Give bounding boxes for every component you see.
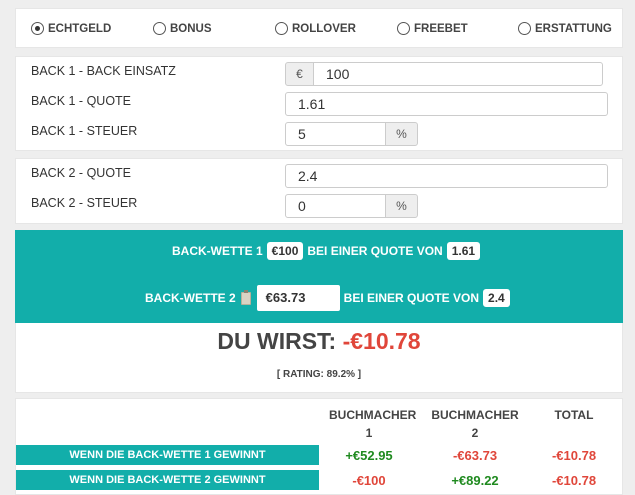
back1-odds-input[interactable]: 1.61 <box>285 92 608 116</box>
radio-label: ERSTATTUNG <box>535 22 612 35</box>
back2-tax-label: BACK 2 - STEUER <box>31 196 138 210</box>
result-heading: DU WIRST: -€10.78 <box>16 328 622 355</box>
percent-addon: % <box>385 122 418 146</box>
table-cell: +€52.95 <box>345 448 393 463</box>
outcome-table: BUCHMACHER 1 BUCHMACHER 2 TOTAL WENN DIE… <box>15 398 623 495</box>
back2-odds-chip: 2.4 <box>483 289 510 307</box>
mode-selector: ECHTGELD BONUS ROLLOVER FREEBET ERSTATTU… <box>15 8 623 48</box>
radio-echtgeld[interactable]: ECHTGELD <box>31 22 111 35</box>
rating-text: [ RATING: 89.2% ] <box>276 369 362 380</box>
back2-panel: BACK 2 - QUOTE 2.4 BACK 2 - STEUER 0 % <box>15 158 623 224</box>
back1-tax-label: BACK 1 - STEUER <box>31 124 138 138</box>
back1-stake-input[interactable]: 100 <box>313 62 603 86</box>
radio-unchecked-icon <box>153 22 166 35</box>
radio-unchecked-icon <box>518 22 531 35</box>
table-cell: +€89.22 <box>451 473 499 488</box>
radio-checked-icon <box>31 22 44 35</box>
summary-text: BEI EINER QUOTE VON <box>307 244 443 258</box>
back2-odds-label: BACK 2 - QUOTE <box>31 166 132 180</box>
column-header: BUCHMACHER 2 <box>431 408 519 440</box>
radio-unchecked-icon <box>275 22 288 35</box>
radio-erstattung[interactable]: ERSTATTUNG <box>518 22 612 35</box>
result-panel: DU WIRST: -€10.78 [ RATING: 89.2% ] <box>15 323 623 393</box>
back1-odds-label: BACK 1 - QUOTE <box>31 94 132 108</box>
back1-tax-input[interactable]: 5 <box>285 122 386 146</box>
radio-label: ROLLOVER <box>292 22 356 35</box>
column-header: BUCHMACHER 1 <box>329 408 417 440</box>
summary-line-1: BACK-WETTE 1 €100 BEI EINER QUOTE VON 1.… <box>172 242 484 260</box>
radio-freebet[interactable]: FREEBET <box>397 22 468 35</box>
summary-text: BACK-WETTE 2 <box>145 291 236 305</box>
summary-text: BEI EINER QUOTE VON <box>343 291 480 305</box>
summary-text: BACK-WETTE 1 <box>172 244 263 258</box>
row-label: WENN DIE BACK-WETTE 1 GEWINNT <box>16 445 319 465</box>
radio-label: BONUS <box>170 22 212 35</box>
back1-odds-chip: 1.61 <box>446 242 481 260</box>
summary-line-2: BACK-WETTE 2 €63.73 BEI EINER QUOTE VON … <box>145 285 514 311</box>
column-header: TOTAL <box>554 408 594 422</box>
back1-panel: BACK 1 - BACK EINSATZ € 100 BACK 1 - QUO… <box>15 56 623 151</box>
table-cell: -€10.78 <box>551 473 597 488</box>
table-cell: -€100 <box>352 473 386 488</box>
back1-stake-label: BACK 1 - BACK EINSATZ <box>31 64 176 78</box>
radio-label: FREEBET <box>414 22 468 35</box>
table-cell: -€63.73 <box>452 448 498 463</box>
row-label: WENN DIE BACK-WETTE 2 GEWINNT <box>16 470 319 490</box>
result-prefix: DU WIRST: <box>217 328 337 354</box>
back2-stake-field[interactable]: €63.73 <box>256 285 340 311</box>
back1-stake-chip: €100 <box>266 242 304 260</box>
radio-rollover[interactable]: ROLLOVER <box>275 22 356 35</box>
clipboard-icon[interactable] <box>240 289 251 305</box>
result-value: -€10.78 <box>342 328 421 354</box>
radio-bonus[interactable]: BONUS <box>153 22 212 35</box>
percent-addon: % <box>385 194 418 218</box>
back2-tax-input[interactable]: 0 <box>285 194 386 218</box>
table-cell: -€10.78 <box>551 448 597 463</box>
radio-unchecked-icon <box>397 22 410 35</box>
radio-label: ECHTGELD <box>48 22 112 35</box>
currency-addon: € <box>285 62 314 86</box>
back2-odds-input[interactable]: 2.4 <box>285 164 608 188</box>
bet-summary: BACK-WETTE 1 €100 BEI EINER QUOTE VON 1.… <box>15 230 623 323</box>
